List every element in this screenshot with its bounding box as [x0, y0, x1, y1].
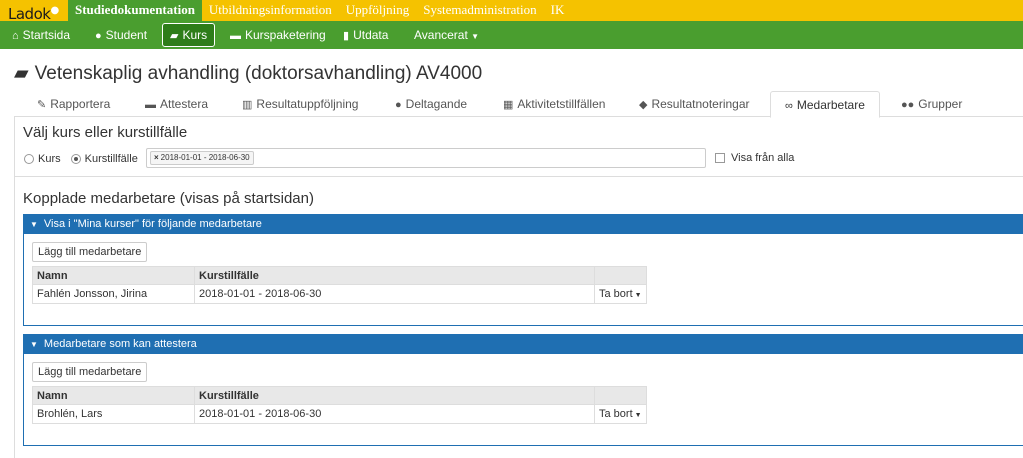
inbox-icon: ▬	[145, 99, 156, 111]
show-all-label: Visa från alla	[731, 152, 795, 164]
divider	[15, 176, 1023, 177]
content-area: Välj kurs eller kurstillfälle Kurs Kurst…	[14, 117, 1023, 458]
bar-chart-icon: ▥	[242, 99, 253, 111]
folder-icon: ▬	[230, 30, 241, 42]
caret-down-icon: ▼	[634, 292, 642, 299]
book-icon: ▰	[170, 30, 179, 42]
kurstillfalle-select[interactable]: × 2018-01-01 - 2018-06-30	[146, 148, 706, 168]
table-row: Brohlén, Lars 2018-01-01 - 2018-06-30 Ta…	[32, 404, 647, 424]
topnav-ik[interactable]: IK	[544, 0, 572, 21]
show-all-checkbox[interactable]	[715, 153, 725, 163]
remove-dropdown[interactable]: Ta bort ▼	[594, 404, 647, 424]
radio-kurstillfalle-label: Kurstillfälle	[84, 153, 138, 165]
panel-mina-kurser: ▼ Visa i "Mina kurser" för följande medar…	[23, 214, 1023, 326]
tab-deltagande[interactable]: ● Deltagande	[395, 91, 467, 117]
tab-attestera[interactable]: ▬ Attestera	[145, 91, 208, 117]
row-name: Fahlén Jonsson, Jirina	[32, 284, 195, 304]
medarbetare-table: Namn Kurstillfälle Brohlén, Lars 2018-01…	[32, 386, 647, 424]
nav-kurspaketering[interactable]: ▬ Kurspaketering	[230, 21, 326, 49]
medarbetare-table: Namn Kurstillfälle Fahlén Jonsson, Jirin…	[32, 266, 647, 304]
pencil-icon: ✎	[37, 99, 47, 111]
topnav-utbildningsinformation[interactable]: Utbildningsinformation	[202, 0, 339, 21]
row-period: 2018-01-01 - 2018-06-30	[194, 404, 595, 424]
tab-medarbetare[interactable]: ∞ Medarbetare	[770, 91, 880, 118]
panel-attestera: ▼ Medarbetare som kan attestera Lägg till…	[23, 334, 1023, 446]
radio-kurstillfalle[interactable]	[70, 154, 81, 164]
remove-chip-icon[interactable]: ×	[154, 153, 159, 162]
nav-startsida[interactable]: ⌂ Startsida	[12, 21, 70, 49]
select-heading: Välj kurs eller kurstillfälle	[23, 124, 188, 141]
row-period: 2018-01-01 - 2018-06-30	[194, 284, 595, 304]
book-icon: ▰	[14, 63, 29, 84]
tab-aktivitetstillfallen[interactable]: ▦ Aktivitetstillfällen	[503, 91, 605, 117]
add-medarbetare-button[interactable]: Lägg till medarbetare	[32, 242, 148, 262]
tab-rapportera[interactable]: ✎ Rapportera	[37, 91, 110, 117]
topnav-systemadministration[interactable]: Systemadministration	[416, 0, 543, 21]
panel-attestera-header[interactable]: ▼ Medarbetare som kan attestera	[24, 335, 1023, 354]
selected-kurstillfalle-chip: × 2018-01-01 - 2018-06-30	[150, 151, 254, 165]
radio-kurs[interactable]	[24, 154, 34, 164]
row-name: Brohlén, Lars	[32, 404, 195, 424]
panel-mina-kurser-header[interactable]: ▼ Visa i "Mina kurser" för följande medar…	[24, 215, 1023, 234]
kopplade-heading: Kopplade medarbetare (visas på startsida…	[23, 190, 314, 207]
link-icon: ∞	[785, 100, 793, 112]
users-icon: ●●	[901, 99, 915, 111]
user-icon: ●	[95, 30, 102, 42]
table-row: Fahlén Jonsson, Jirina 2018-01-01 - 2018…	[32, 284, 647, 304]
ladok-logo[interactable]: Ladok●	[8, 0, 59, 23]
nav-avancerat[interactable]: Avancerat ▼	[414, 21, 479, 49]
column-action	[594, 386, 647, 405]
user-icon: ●	[395, 99, 402, 111]
page-title: ▰ Vetenskaplig avhandling (doktorsavhandl…	[14, 63, 483, 84]
tag-icon: ◆	[639, 99, 648, 111]
remove-dropdown[interactable]: Ta bort ▼	[594, 284, 647, 304]
column-kurstillfalle: Kurstillfälle	[194, 386, 595, 405]
column-namn: Namn	[32, 266, 195, 285]
tab-resultatuppfoljning[interactable]: ▥ Resultatuppföljning	[242, 91, 358, 117]
main-nav: ⌂ Startsida ● Student ▰ Kurs ▬ Kurspaketerin…	[0, 21, 1023, 49]
radio-kurs-label: Kurs	[38, 153, 61, 165]
show-all-toggle: Visa från alla	[715, 152, 794, 164]
column-action	[594, 266, 647, 285]
column-namn: Namn	[32, 386, 195, 405]
nav-utdata[interactable]: ▮ Utdata	[343, 21, 388, 49]
top-nav: Studiedokumentation Utbildningsinformati…	[68, 0, 571, 21]
caret-down-icon: ▼	[30, 220, 38, 229]
top-bar: Ladok● Studiedokumentation Utbildningsin…	[0, 0, 1023, 23]
column-kurstillfalle: Kurstillfälle	[194, 266, 595, 285]
tab-bar: ✎ Rapportera ▬ Attestera ▥ Resultatuppföljn…	[14, 91, 1023, 118]
tab-resultatnoteringar[interactable]: ◆ Resultatnoteringar	[639, 91, 750, 117]
nav-student[interactable]: ● Student	[95, 21, 147, 49]
topnav-studiedokumentation[interactable]: Studiedokumentation	[68, 0, 202, 21]
calendar-icon: ▦	[503, 99, 514, 111]
home-icon: ⌂	[12, 30, 19, 42]
nav-kurs[interactable]: ▰ Kurs	[162, 23, 216, 47]
topnav-uppfoljning[interactable]: Uppföljning	[339, 0, 417, 21]
file-icon: ▮	[343, 30, 350, 42]
caret-down-icon: ▼	[30, 340, 38, 349]
tab-grupper[interactable]: ●● Grupper	[901, 91, 962, 117]
caret-down-icon: ▼	[471, 32, 480, 41]
scope-radio-group: Kurs Kurstillfälle	[24, 148, 148, 170]
add-medarbetare-button[interactable]: Lägg till medarbetare	[32, 362, 148, 382]
caret-down-icon: ▼	[634, 412, 642, 419]
